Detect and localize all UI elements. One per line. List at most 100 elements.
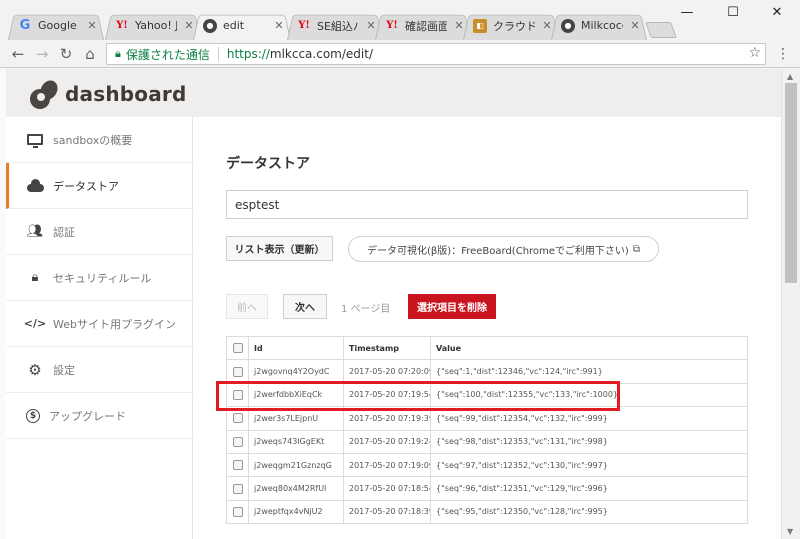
column-header-value: Value	[430, 335, 748, 361]
row-checkbox[interactable]	[232, 413, 243, 424]
browser-menu-icon[interactable]: ⋮	[776, 46, 790, 62]
tab-se[interactable]: Y! SE組込ハ ✕	[287, 11, 383, 41]
home-icon[interactable]: ⌂	[80, 44, 100, 64]
milkcocoa-icon: ●	[203, 18, 217, 33]
sidebar-item-auth[interactable]: 👥︎ 認証	[6, 209, 193, 255]
cloud-icon	[26, 177, 44, 195]
monitor-shape	[27, 134, 43, 148]
tab-edit[interactable]: ● edit ✕	[193, 11, 291, 41]
scroll-up-arrow-icon[interactable]: ▲	[787, 72, 793, 81]
yahoo-icon: Y!	[298, 20, 310, 31]
row-checkbox-cell	[226, 476, 249, 501]
close-icon[interactable]: ✕	[86, 19, 98, 32]
row-checkbox[interactable]	[232, 389, 243, 400]
sidebar-item-upgrade[interactable]: $ アップグレード	[6, 393, 193, 439]
reload-icon[interactable]: ↻	[56, 44, 76, 64]
sidebar-item-overview[interactable]: sandboxの概要	[6, 117, 193, 163]
gear-icon: ⚙	[28, 360, 42, 379]
datastore-name-input[interactable]	[226, 190, 748, 219]
table-row[interactable]: j2wgovnq4Y2OydC 2017-05-20 07:20:09 {"se…	[226, 359, 748, 384]
prev-page-button[interactable]: 前へ	[226, 294, 268, 319]
sidebar-item-label: 設定	[53, 363, 75, 377]
cell-id: j2werfdbbXiEqCk	[248, 382, 344, 408]
table-row[interactable]: j2weptfqx4vNjU2 2017-05-20 07:18:39 {"se…	[226, 499, 748, 525]
cloud-app-icon: ◧	[473, 18, 487, 33]
tab-milkcocoa[interactable]: ● Milkcoco ✕	[551, 11, 647, 41]
yahoo-icon: Y!	[116, 20, 128, 31]
tab-label: edit	[223, 19, 245, 32]
tab-inner: ● Milkcoco ✕	[561, 18, 641, 33]
tab-label: クラウドの	[493, 19, 535, 33]
sidebar-item-plugin[interactable]: </> Webサイト用プラグイン	[6, 301, 193, 347]
row-checkbox[interactable]	[232, 366, 243, 377]
app-header: dashboard	[6, 69, 781, 119]
page-scrollbar[interactable]: ▲ ▼	[781, 69, 800, 539]
tab-cloud[interactable]: ◧ クラウドの ✕	[463, 11, 559, 41]
new-tab-button[interactable]	[645, 22, 677, 38]
tab-inner: ◧ クラウドの ✕	[473, 18, 553, 34]
cell-timestamp: 2017-05-20 07:19:54	[343, 382, 431, 408]
bookmark-star-icon[interactable]: ☆	[748, 45, 761, 61]
scrollbar-thumb[interactable]	[785, 83, 797, 283]
row-checkbox-cell	[226, 359, 249, 384]
web-page: dashboard sandboxの概要 データストア 👥︎ 認証 🔒︎ セキュ…	[0, 69, 781, 539]
table-row[interactable]: j2weqgm21GznzqG 2017-05-20 07:19:09 {"se…	[226, 452, 748, 478]
minimize-button[interactable]: —	[664, 0, 710, 24]
cell-id: j2weqgm21GznzqG	[248, 452, 344, 478]
external-link-icon: ⧉	[632, 243, 640, 255]
close-icon[interactable]: ✕	[629, 19, 641, 32]
tab-label: 確認画面	[405, 19, 447, 33]
main-content: データストア リスト表示（更新） データ可視化(β版)：FreeBoard(Ch…	[193, 117, 781, 539]
row-checkbox-cell	[226, 382, 249, 408]
browser-tab-strip: G Google ✕ Y! Yahoo! JA ✕ ● edit ✕ Y! SE…	[0, 0, 800, 41]
tab-label: SE組込ハ	[317, 19, 359, 33]
table-row[interactable]: j2werfdbbXiEqCk 2017-05-20 07:19:54 {"se…	[226, 382, 748, 408]
row-checkbox[interactable]	[232, 506, 243, 517]
page-indicator: 1 ページ目	[341, 304, 391, 315]
row-checkbox[interactable]	[232, 483, 243, 494]
address-bar[interactable]: 🔒︎ 保護された通信 https://mlkcca.com/edit/ ☆	[106, 43, 766, 65]
sidebar-item-security[interactable]: 🔒︎ セキュリティルール	[6, 255, 193, 301]
list-refresh-button[interactable]: リスト表示（更新）	[226, 236, 333, 261]
row-checkbox-cell	[226, 406, 249, 431]
freeboard-button[interactable]: データ可視化(β版)：FreeBoard(Chromeでご利用下さい) ⧉	[348, 236, 659, 262]
sidebar-item-label: Webサイト用プラグイン	[53, 317, 176, 331]
cell-value: {"seq":95,"dist":12350,"vc":128,"irc":99…	[430, 499, 748, 525]
sidebar: sandboxの概要 データストア 👥︎ 認証 🔒︎ セキュリティルール </>…	[6, 117, 193, 539]
browser-toolbar: ← → ↻ ⌂ 🔒︎ 保護された通信 https://mlkcca.com/ed…	[0, 40, 800, 68]
secure-label: 保護された通信	[125, 47, 210, 62]
row-checkbox-cell	[226, 429, 249, 454]
address-separator	[217, 47, 219, 61]
close-window-button[interactable]: ✕	[754, 0, 800, 24]
row-checkbox-cell	[226, 452, 249, 478]
close-icon[interactable]: ✕	[273, 19, 285, 32]
row-checkbox[interactable]	[232, 460, 243, 471]
users-icon: 👥︎	[26, 224, 44, 239]
table-row[interactable]: j2weq80x4M2RfUl 2017-05-20 07:18:54 {"se…	[226, 476, 748, 501]
milkcocoa-logo-icon[interactable]	[28, 77, 61, 109]
url-path: mlkcca.com/edit/	[269, 47, 373, 61]
select-all-checkbox[interactable]	[232, 343, 243, 354]
google-icon: G	[19, 18, 31, 33]
delete-selected-button[interactable]: 選択項目を削除	[408, 294, 496, 319]
yahoo-icon: Y!	[386, 20, 398, 31]
scroll-down-arrow-icon[interactable]: ▼	[787, 527, 793, 536]
tab-inner: Y! 確認画面 ✕	[385, 18, 465, 34]
sidebar-item-datastore[interactable]: データストア	[6, 163, 193, 209]
table-header-row: Id Timestamp Value	[226, 335, 748, 361]
tab-label: Milkcoco	[581, 19, 623, 32]
tab-yahoo[interactable]: Y! Yahoo! JA ✕	[105, 11, 201, 41]
row-checkbox[interactable]	[232, 436, 243, 447]
cell-timestamp: 2017-05-20 07:18:39	[343, 499, 431, 525]
sidebar-item-settings[interactable]: ⚙ 設定	[6, 347, 193, 393]
milkcocoa-icon: ●	[561, 18, 575, 33]
next-page-button[interactable]: 次へ	[283, 294, 327, 319]
table-row[interactable]: j2weqs743lGgEKt 2017-05-20 07:19:24 {"se…	[226, 429, 748, 454]
back-arrow-icon[interactable]: ←	[8, 44, 28, 64]
table-row[interactable]: j2wer3s7LEjpnU 2017-05-20 07:19:39 {"seq…	[226, 406, 748, 431]
tab-confirm[interactable]: Y! 確認画面 ✕	[375, 11, 471, 41]
forward-arrow-icon[interactable]: →	[32, 44, 52, 64]
datastore-table: Id Timestamp Value j2wgovnq4Y2OydC 2017-…	[226, 335, 748, 525]
tab-google[interactable]: G Google ✕	[8, 11, 104, 41]
maximize-button[interactable]: ☐	[710, 0, 756, 24]
